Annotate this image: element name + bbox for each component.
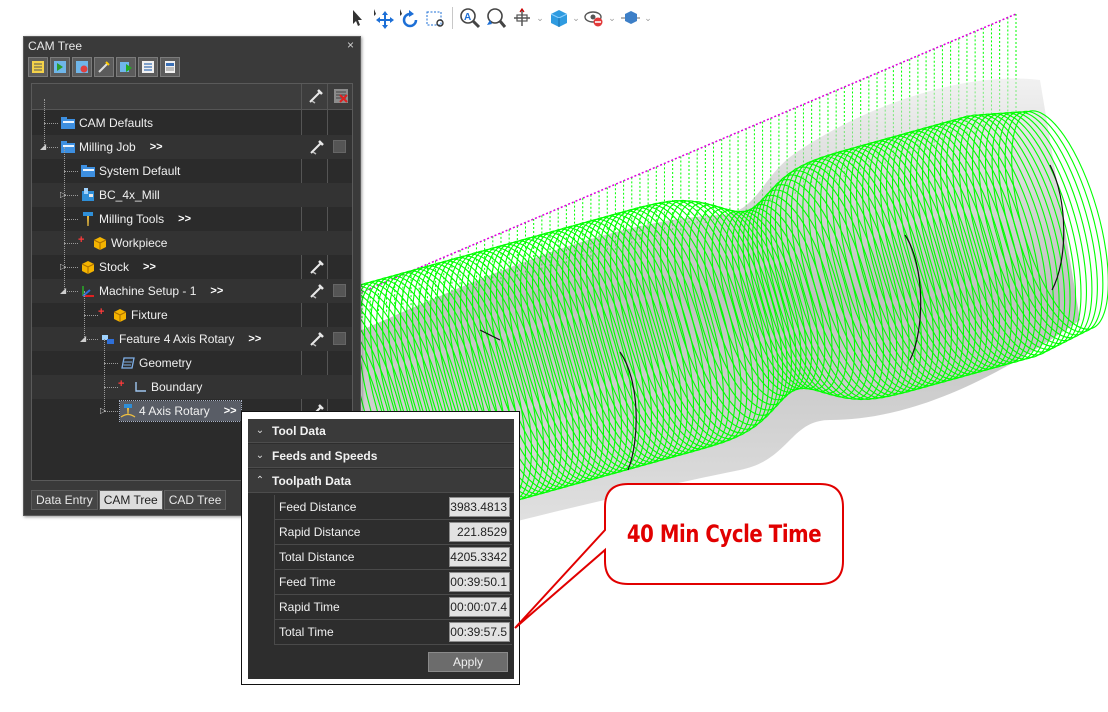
- callout-overlay: [514, 483, 844, 629]
- callout-text: 40 Min Cycle Time: [626, 520, 822, 548]
